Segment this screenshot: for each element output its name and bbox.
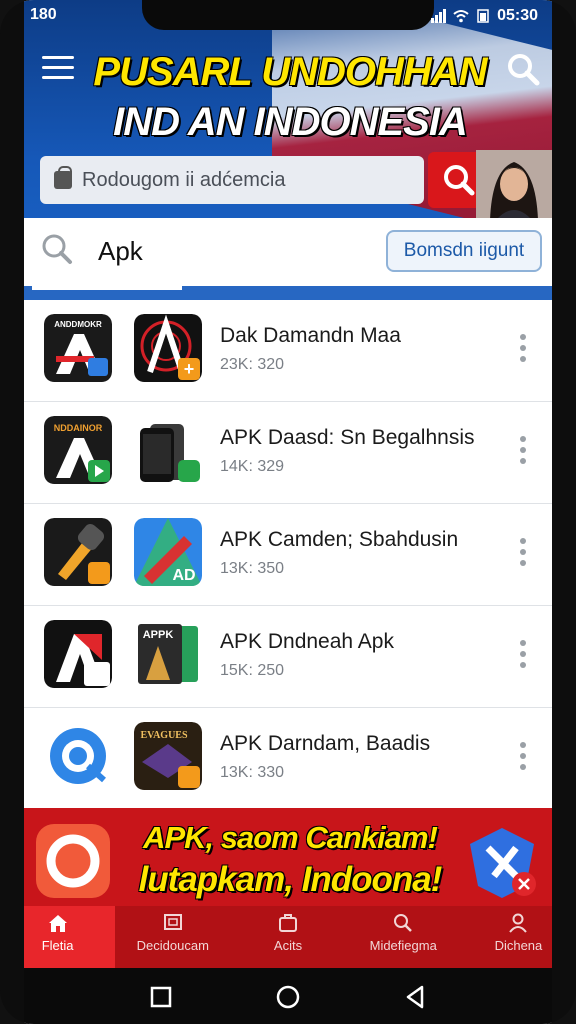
icon-label: NDDAINOR	[54, 423, 103, 433]
item-title: APK Dndneah Apk	[220, 630, 394, 653]
app-list: ANDDMOKR + Dak Damandn Maa 23K: 320 NDDA…	[24, 300, 552, 810]
nav-label: Acits	[273, 938, 303, 953]
header-title-line1: PUSARL UNDOHHAN	[93, 50, 487, 94]
app-icon	[134, 416, 202, 484]
more-options-icon[interactable]	[514, 334, 532, 368]
header-title-line2: IND AN INDONESIA	[113, 100, 468, 144]
search-icon[interactable]	[506, 52, 540, 86]
promo-line1: APK, saom Cankiam!	[143, 820, 438, 855]
app-icon	[44, 518, 112, 586]
nav-item-home[interactable]: Fletia	[24, 906, 116, 968]
nav-label: Midefiegma	[369, 938, 437, 953]
status-bar-right: 05:30	[431, 6, 538, 26]
item-title: APK Camden; Sbahdusin	[220, 528, 459, 551]
item-meta: 13K: 350	[220, 560, 285, 577]
nav-label: Decidoucam	[136, 938, 209, 953]
tab-indicator-bar	[24, 286, 552, 300]
screen-icon	[163, 914, 182, 930]
signal-icon	[431, 9, 447, 23]
nav-item-search[interactable]: Midefiegma	[346, 906, 461, 968]
search-icon	[42, 234, 72, 264]
svg-text:+: +	[184, 359, 195, 379]
nav-label: Fletia	[41, 938, 74, 953]
camera-notch	[142, 0, 434, 30]
app-icon: +	[134, 314, 202, 382]
item-meta: 14K: 329	[220, 458, 285, 475]
more-options-icon[interactable]	[514, 742, 532, 776]
item-title: APK Daasd: Sn Begalhnsis	[220, 426, 475, 449]
item-title: Dak Damandn Maa	[220, 324, 401, 347]
app-icon: ANDDMOKR	[44, 314, 112, 382]
promo-banner[interactable]: APK, saom Cankiam! lutapkam, Indoona!	[24, 808, 552, 908]
briefcase-icon	[279, 914, 297, 932]
item-meta: 23K: 320	[220, 356, 285, 373]
app-icon: EVAGUES	[134, 722, 202, 790]
status-time: 05:30	[497, 7, 538, 24]
icon-label: APPK	[143, 629, 174, 641]
header-search-placeholder: Rodougom ii adćemcia	[82, 168, 286, 191]
icon-label: ANDDMOKR	[54, 320, 102, 329]
more-options-icon[interactable]	[514, 538, 532, 572]
back-icon[interactable]	[402, 984, 428, 1010]
shield-logo-icon	[470, 828, 536, 898]
promo-line2: lutapkam, Indoona!	[138, 860, 443, 899]
phone-frame: 180 05:30 PUSARL UNDOHHAN IND AN INDONES…	[0, 0, 576, 1024]
list-item[interactable]: ANDDMOKR + Dak Damandn Maa 23K: 320	[24, 300, 552, 402]
more-options-icon[interactable]	[514, 436, 532, 470]
search-submit-button[interactable]: Bomsdn iigunt	[386, 230, 542, 272]
list-item[interactable]: AD APK Camden; Sbahdusin 13K: 350	[24, 504, 552, 606]
menu-icon[interactable]	[42, 56, 74, 80]
nav-label: Dichena	[494, 938, 543, 953]
more-options-icon[interactable]	[514, 640, 532, 674]
status-left: 180	[30, 6, 57, 23]
item-meta: 15K: 250	[220, 662, 285, 679]
search-bar: Apk Bomsdn iigunt	[24, 218, 552, 288]
app-screen: 180 05:30 PUSARL UNDOHHAN IND AN INDONES…	[24, 0, 552, 1024]
item-meta: 13K: 330	[220, 764, 285, 781]
active-tab-indicator	[32, 286, 182, 290]
list-item[interactable]: EVAGUES APK Darndam, Baadis 13K: 330	[24, 708, 552, 810]
bottom-nav: Fletia Decidoucam Acits Midefiegma Diche…	[24, 906, 552, 968]
app-icon: AD	[134, 518, 202, 586]
nav-item-profile[interactable]: Dichena	[461, 906, 552, 968]
nav-item-screen[interactable]: Decidoucam	[115, 906, 230, 968]
shopping-bag-icon	[54, 166, 72, 189]
wifi-icon	[453, 10, 469, 23]
header-search-input[interactable]: Rodougom ii adćemcia	[40, 156, 424, 204]
icon-label: AD	[172, 567, 195, 584]
search-input[interactable]: Apk	[98, 236, 143, 267]
app-icon: NDDAINOR	[44, 416, 112, 484]
search-icon	[394, 914, 413, 932]
app-icon: APPK	[134, 620, 202, 688]
nav-item-briefcase[interactable]: Acits	[230, 906, 345, 968]
icon-label: EVAGUES	[140, 730, 187, 741]
avatar	[476, 150, 552, 220]
item-title: APK Darndam, Baadis	[220, 732, 431, 755]
home-icon	[48, 915, 67, 932]
list-item[interactable]: APPK APK Dndneah Apk 15K: 250	[24, 606, 552, 708]
home-button-icon[interactable]	[275, 984, 301, 1010]
app-icon	[44, 722, 112, 790]
app-icon	[44, 620, 112, 688]
system-nav-bar	[24, 968, 552, 1024]
user-icon	[509, 913, 528, 933]
app-logo-icon	[36, 824, 110, 898]
list-item[interactable]: NDDAINOR APK Daasd: Sn Begalhnsis 14K: 3…	[24, 402, 552, 504]
battery-icon	[477, 9, 489, 23]
recents-icon[interactable]	[148, 984, 174, 1010]
